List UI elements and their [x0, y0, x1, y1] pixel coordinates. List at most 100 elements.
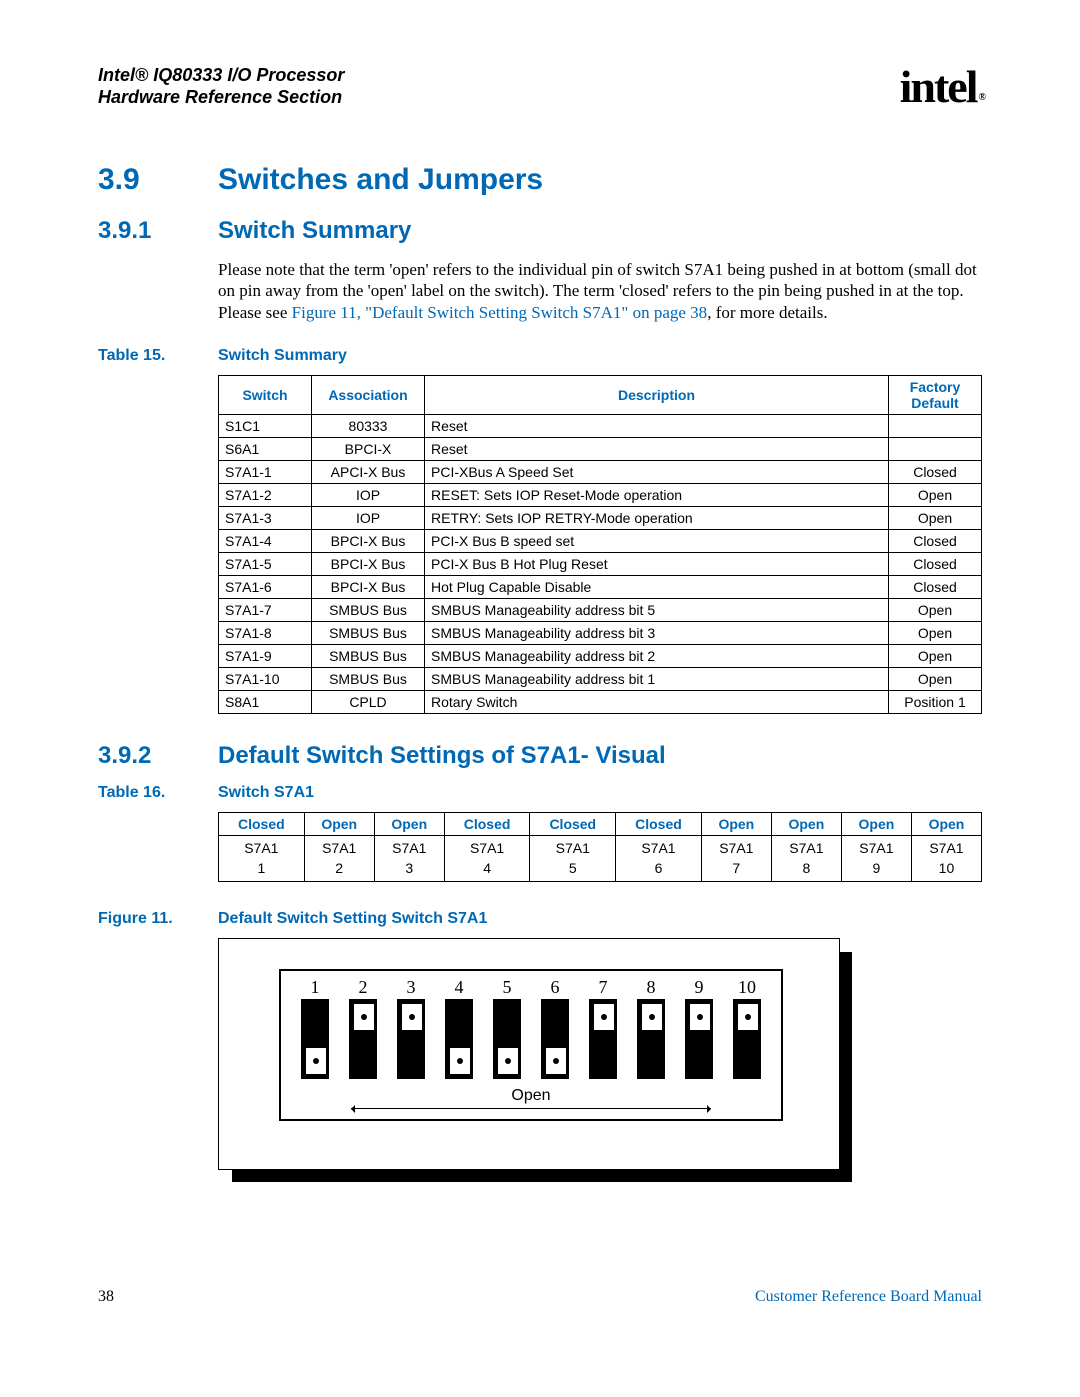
cell-switch: S8A1: [219, 690, 312, 713]
cell-switch-pin: S7A12: [304, 836, 374, 882]
table-row: S7A1-4BPCI-X BusPCI-X Bus B speed setClo…: [219, 529, 982, 552]
cell-switch: S7A1-2: [219, 483, 312, 506]
pin-knob: [545, 1047, 567, 1075]
table15-header-row: Switch Association Description FactoryDe…: [219, 375, 982, 414]
logo-reg: ®: [979, 92, 984, 103]
pin-knob: [401, 1003, 423, 1031]
pin-dot-icon: [313, 1058, 319, 1064]
pin-knob: [593, 1003, 615, 1031]
cell-switch-pin: S7A14: [444, 836, 530, 882]
cell-association: APCI-X Bus: [312, 460, 425, 483]
table15: Switch Association Description FactoryDe…: [218, 375, 982, 714]
cell-default: Open: [889, 506, 982, 529]
pin-knob: [689, 1003, 711, 1031]
table15-caption-num: Table 15.: [98, 347, 218, 365]
pin-number: 8: [647, 977, 656, 999]
cell-default: Closed: [889, 460, 982, 483]
pin-slot: [685, 999, 713, 1079]
table-row: S7A1-1APCI-X BusPCI-XBus A Speed SetClos…: [219, 460, 982, 483]
th-switch: Switch: [219, 375, 312, 414]
cell-switch: S6A1: [219, 437, 312, 460]
cell-switch: S1C1: [219, 414, 312, 437]
table-row: S7A1-10SMBUS BusSMBUS Manageability addr…: [219, 667, 982, 690]
cell-default: Position 1: [889, 690, 982, 713]
pin-dot-icon: [409, 1014, 415, 1020]
pin-dot-icon: [649, 1014, 655, 1020]
intro-paragraph: Please note that the term 'open' refers …: [218, 259, 982, 323]
table15-caption-title: Switch Summary: [218, 347, 347, 364]
cell-default: [889, 414, 982, 437]
cell-default: [889, 437, 982, 460]
page: Intel® IQ80333 I/O Processor Hardware Re…: [0, 0, 1080, 1346]
pin-slot: [301, 999, 329, 1079]
dip-switch-pin: 2: [343, 977, 383, 1079]
header-product: Intel® IQ80333 I/O Processor: [98, 65, 344, 87]
page-header: Intel® IQ80333 I/O Processor Hardware Re…: [98, 60, 982, 113]
cell-description: RESET: Sets IOP Reset-Mode operation: [425, 483, 889, 506]
cell-description: RETRY: Sets IOP RETRY-Mode operation: [425, 506, 889, 529]
pin-slot: [637, 999, 665, 1079]
cell-description: SMBUS Manageability address bit 5: [425, 598, 889, 621]
pin-dot-icon: [697, 1014, 703, 1020]
cell-switch-pin: S7A15: [530, 836, 616, 882]
table-row: S7A1-7SMBUS BusSMBUS Manageability addre…: [219, 598, 982, 621]
pin-knob: [353, 1003, 375, 1031]
table-row: S8A1CPLDRotary SwitchPosition 1: [219, 690, 982, 713]
logo-text: intel: [900, 61, 977, 112]
title-3-9-2: Default Switch Settings of S7A1- Visual: [218, 742, 666, 769]
table-row: S1C180333Reset: [219, 414, 982, 437]
table-row: S6A1BPCI-XReset: [219, 437, 982, 460]
dip-switch-pin: 9: [679, 977, 719, 1079]
pin-number: 7: [599, 977, 608, 999]
cell-default: Closed: [889, 529, 982, 552]
pin-dot-icon: [361, 1014, 367, 1020]
pin-number: 9: [695, 977, 704, 999]
pin-knob: [641, 1003, 663, 1031]
pin-number: 5: [503, 977, 512, 999]
pin-knob: [305, 1047, 327, 1075]
cell-description: Reset: [425, 414, 889, 437]
dip-switch-pin: 5: [487, 977, 527, 1079]
dip-switch-pin: 3: [391, 977, 431, 1079]
pin-slot: [493, 999, 521, 1079]
th-description: Description: [425, 375, 889, 414]
pin-slot: [349, 999, 377, 1079]
th-state: Open: [771, 812, 841, 835]
cell-description: PCI-X Bus B Hot Plug Reset: [425, 552, 889, 575]
table-row: S7A1-5BPCI-X BusPCI-X Bus B Hot Plug Res…: [219, 552, 982, 575]
cell-default: Open: [889, 598, 982, 621]
pin-number: 1: [311, 977, 320, 999]
figure-link[interactable]: Figure 11, "Default Switch Setting Switc…: [292, 303, 708, 322]
pin-dot-icon: [601, 1014, 607, 1020]
cell-switch: S7A1-8: [219, 621, 312, 644]
pin-dot-icon: [505, 1058, 511, 1064]
secnum-3-9-1: 3.9.1: [98, 217, 218, 245]
table16-header-row: ClosedOpenOpenClosedClosedClosedOpenOpen…: [219, 812, 982, 835]
heading-3-9-1: 3.9.1Switch Summary: [98, 217, 982, 245]
dip-switch-pin: 10: [727, 977, 767, 1079]
dip-switch-pin: 1: [295, 977, 335, 1079]
th-association: Association: [312, 375, 425, 414]
cell-switch: S7A1-6: [219, 575, 312, 598]
cell-switch-pin: S7A17: [701, 836, 771, 882]
th-state: Closed: [530, 812, 616, 835]
heading-3-9: 3.9Switches and Jumpers: [98, 163, 982, 197]
title-3-9: Switches and Jumpers: [218, 163, 543, 196]
cell-switch: S7A1-3: [219, 506, 312, 529]
cell-association: IOP: [312, 506, 425, 529]
table-row: S7A1-3IOPRETRY: Sets IOP RETRY-Mode oper…: [219, 506, 982, 529]
table15-caption: Table 15.Switch Summary: [98, 347, 982, 365]
title-3-9-1: Switch Summary: [218, 217, 411, 244]
cell-switch-pin: S7A18: [771, 836, 841, 882]
cell-description: PCI-XBus A Speed Set: [425, 460, 889, 483]
cell-switch: S7A1-10: [219, 667, 312, 690]
pin-number: 4: [455, 977, 464, 999]
cell-switch: S7A1-4: [219, 529, 312, 552]
cell-association: BPCI-X: [312, 437, 425, 460]
pin-slot: [397, 999, 425, 1079]
cell-default: Open: [889, 644, 982, 667]
cell-switch-pin: S7A16: [616, 836, 702, 882]
table16-caption-num: Table 16.: [98, 784, 218, 802]
cell-default: Open: [889, 621, 982, 644]
th-state: Closed: [444, 812, 530, 835]
